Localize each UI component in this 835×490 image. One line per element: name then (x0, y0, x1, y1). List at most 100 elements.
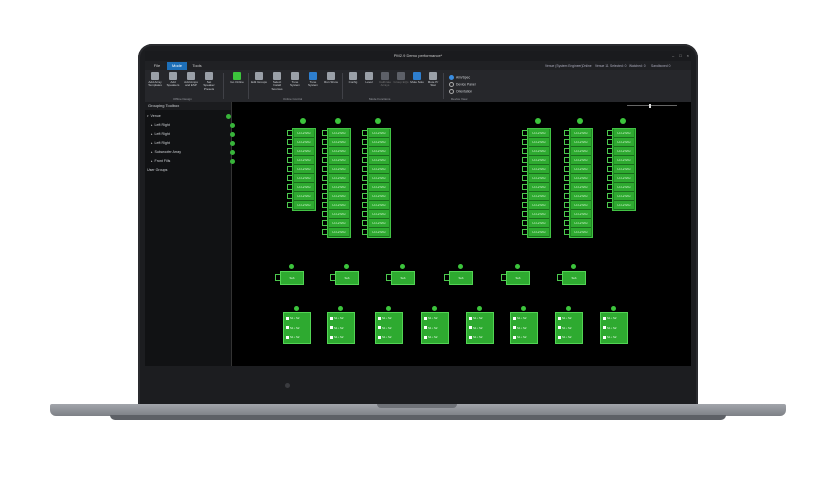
speaker-cabinet[interactable]: L1 L2 M H (329, 156, 349, 165)
speaker-cabinet[interactable]: L1 L2 M H (571, 138, 591, 147)
speaker-cabinet[interactable]: L1 L2 M H (369, 183, 389, 192)
speaker-cabinet[interactable]: L1 L2 M H (294, 156, 314, 165)
speaker-cabinet[interactable]: L1 L2 M H (294, 183, 314, 192)
zoom-slider[interactable] (627, 103, 677, 108)
array-node-icon[interactable] (300, 118, 306, 124)
speaker-cabinet[interactable]: L1 L2 M H (294, 192, 314, 201)
fill-node-icon[interactable] (431, 306, 437, 311)
speaker-cabinet[interactable]: L1 L2 M H (614, 183, 634, 192)
speaker-cabinet[interactable]: L1 L2 M H (369, 219, 389, 228)
speaker-cabinet[interactable]: L1 L2 M H (571, 210, 591, 219)
speaker-cabinet[interactable]: L1 L2 M H (571, 201, 591, 210)
tab-mode[interactable]: Mode (167, 62, 187, 70)
select-install-sources-button[interactable]: Select Install Sources (269, 72, 285, 96)
speaker-cabinet[interactable]: L1 L2 M H (529, 174, 549, 183)
speaker-array[interactable]: L1 L2 M H L1 L2 M H L1 L2 M H L1 L2 M H L1 L… (607, 118, 636, 211)
speaker-cabinet[interactable]: L1 L2 M H (329, 219, 349, 228)
config-button[interactable]: Config (345, 72, 361, 96)
front-fill[interactable]: S1 • S2 S1 • S2 S1 • S2 (283, 306, 311, 344)
front-fill[interactable]: S1 • S2 S1 • S2 S1 • S2 (600, 306, 628, 344)
speaker-cabinet[interactable]: L1 L2 M H (614, 138, 634, 147)
tune-system-active-button[interactable]: Tune System (305, 72, 321, 96)
speaker-cabinet[interactable]: L1 L2 M H (369, 210, 389, 219)
checkbox-icon[interactable] (603, 326, 606, 330)
speaker-cabinet[interactable]: L1 L2 M H (571, 129, 591, 138)
speaker-cabinet[interactable]: L1 L2 M H (529, 156, 549, 165)
speaker-array[interactable]: L1 L2 M H L1 L2 M H L1 L2 M H L1 L2 M H L1 L… (522, 118, 551, 238)
speaker-cabinet[interactable]: L1 L2 M H (571, 156, 591, 165)
maximize-icon[interactable]: □ (679, 53, 681, 58)
checkbox-icon[interactable] (513, 335, 516, 339)
checkbox-icon[interactable] (513, 326, 516, 330)
speaker-cabinet[interactable]: L1 L2 M H (571, 192, 591, 201)
speaker-cabinet[interactable]: L1 L2 M H (614, 147, 634, 156)
speaker-cabinet[interactable]: L1 L2 M H (369, 138, 389, 147)
speaker-cabinet[interactable]: L1 L2 M H (529, 228, 549, 237)
speaker-cabinet[interactable]: L1 L2 M H (329, 138, 349, 147)
sub-node-icon[interactable] (399, 264, 405, 269)
speaker-cabinet[interactable]: L1 L2 M H (571, 228, 591, 237)
subwoofer[interactable]: Sub (275, 264, 304, 285)
subwoofer[interactable]: Sub (444, 264, 473, 285)
speaker-cabinet[interactable]: L1 L2 M H (614, 129, 634, 138)
speaker-cabinet[interactable]: L1 L2 M H (571, 183, 591, 192)
speaker-cabinet[interactable]: L1 L2 M H (369, 228, 389, 237)
speaker-cabinet[interactable]: L1 L2 M H (529, 138, 549, 147)
checkbox-icon[interactable] (330, 326, 333, 330)
calibrate-arrays-button[interactable]: Calibrate Arrays (377, 72, 393, 96)
close-icon[interactable]: × (687, 53, 689, 58)
sub-node-icon[interactable] (457, 264, 463, 269)
tab-file[interactable]: File (147, 62, 167, 70)
tune-system-button[interactable]: Tune System (287, 72, 303, 96)
checkbox-icon[interactable] (469, 316, 472, 320)
speaker-cabinet[interactable]: L1 L2 M H (529, 219, 549, 228)
option-device-panel[interactable]: Device Panel (449, 82, 475, 87)
checkbox-icon[interactable] (603, 316, 606, 320)
tree-root-venue[interactable]: ▾ Venue (145, 112, 233, 120)
fill-node-icon[interactable] (565, 306, 571, 311)
speaker-cabinet[interactable]: L1 L2 M H (294, 165, 314, 174)
checkbox-icon[interactable] (469, 326, 472, 330)
speaker-cabinet[interactable]: L1 L2 M H (614, 201, 634, 210)
sub-node-icon[interactable] (514, 264, 520, 269)
front-fill[interactable]: S1 • S2 S1 • S2 S1 • S2 (510, 306, 538, 344)
speaker-cabinet[interactable]: L1 L2 M H (529, 165, 549, 174)
fill-node-icon[interactable] (610, 306, 616, 311)
checkbox-icon[interactable] (286, 326, 289, 330)
fill-node-icon[interactable] (293, 306, 299, 311)
speaker-cabinet[interactable]: L1 L2 M H (329, 192, 349, 201)
tree-user-groups[interactable]: User Groups (145, 166, 233, 174)
speaker-cabinet[interactable]: L1 L2 M H (329, 129, 349, 138)
speaker-cabinet[interactable]: L1 L2 M H (571, 174, 591, 183)
checkbox-icon[interactable] (378, 326, 381, 330)
checkbox-icon[interactable] (603, 335, 606, 339)
subwoofer[interactable]: Sub (501, 264, 530, 285)
checkbox-icon[interactable] (330, 316, 333, 320)
edit-groups-button[interactable]: Edit Groups (251, 72, 267, 96)
checkbox-icon[interactable] (469, 335, 472, 339)
mute-solo-button[interactable]: Mute Solo (409, 72, 425, 96)
mute-stat-button[interactable]: Mute Pr Stat (425, 72, 441, 96)
speaker-cabinet[interactable]: L1 L2 M H (329, 174, 349, 183)
minimize-icon[interactable]: – (672, 53, 674, 58)
front-fill[interactable]: S1 • S2 S1 • S2 S1 • S2 (466, 306, 494, 344)
fill-node-icon[interactable] (520, 306, 526, 311)
speaker-cabinet[interactable]: L1 L2 M H (529, 192, 549, 201)
speaker-cabinet[interactable]: L1 L2 M H (614, 165, 634, 174)
tree-item-group[interactable]: ▸ Subwoofer Array (145, 148, 237, 156)
speaker-cabinet[interactable]: L1 L2 M H (369, 201, 389, 210)
set-speaker-presets-button[interactable]: Set Speaker Presets (201, 72, 217, 96)
front-fill[interactable]: S1 • S2 S1 • S2 S1 • S2 (327, 306, 355, 344)
speaker-array[interactable]: L1 L2 M H L1 L2 M H L1 L2 M H L1 L2 M H L1 L… (564, 118, 593, 238)
subwoofer[interactable]: Sub (557, 264, 586, 285)
speaker-cabinet[interactable]: L1 L2 M H (294, 174, 314, 183)
speaker-cabinet[interactable]: L1 L2 M H (529, 210, 549, 219)
speaker-cabinet[interactable]: L1 L2 M H (329, 210, 349, 219)
option-orientation[interactable]: Orientation (449, 89, 472, 94)
checkbox-icon[interactable] (513, 316, 516, 320)
speaker-cabinet[interactable]: L1 L2 M H (529, 201, 549, 210)
speaker-cabinet[interactable]: L1 L2 M H (369, 156, 389, 165)
checkbox-icon[interactable] (558, 335, 561, 339)
speaker-cabinet[interactable]: L1 L2 M H (369, 192, 389, 201)
speaker-cabinet[interactable]: L1 L2 M H (529, 129, 549, 138)
